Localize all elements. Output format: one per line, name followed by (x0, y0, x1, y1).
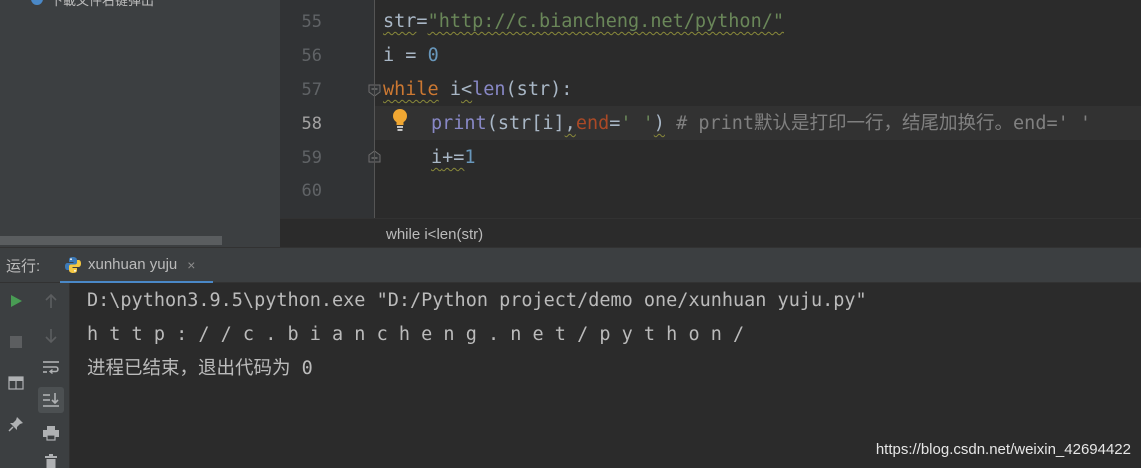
project-tree-panel: 下載文件右键弹出 (0, 0, 280, 247)
watermark: https://blog.csdn.net/weixin_42694422 (875, 441, 1131, 458)
comma: , (564, 113, 576, 134)
operator: = (609, 113, 621, 134)
run-toolbar-primary (0, 283, 32, 468)
line-number-active: 58 (301, 114, 322, 134)
operator: < (460, 79, 473, 100)
project-tree-item[interactable]: 下載文件右键弹出 (30, 0, 154, 9)
breadcrumb-bar: while i<len(str) (280, 218, 1141, 247)
python-icon (65, 256, 81, 273)
print-icon (43, 426, 59, 441)
identifier: str (383, 11, 417, 32)
run-icon (11, 295, 22, 307)
python-file-icon (31, 0, 43, 5)
string-literal: ' ' (620, 113, 654, 134)
lightbulb-icon[interactable] (390, 107, 410, 133)
comment: # print默认是打印一行，结尾加换行。end=' ' (664, 113, 1092, 134)
close-icon[interactable]: × (187, 257, 195, 273)
code-text: (str): (505, 79, 573, 100)
ide-window: 下載文件右键弹出 55 56 57 58 59 60 str="http://c… (0, 0, 1141, 468)
scroll-to-end-icon (43, 393, 59, 407)
rerun-button[interactable] (3, 288, 29, 314)
console-line-command: D:\python3.9.5\python.exe "D:/Python pro… (87, 290, 867, 311)
print-button[interactable] (38, 420, 64, 446)
previous-occurrence-button[interactable] (38, 288, 64, 314)
line-number: 56 (301, 46, 322, 66)
clear-all-button[interactable] (38, 449, 64, 468)
project-tree-item-label: 下載文件右键弹出 (50, 0, 155, 8)
console-line-exit: 进程已结束，退出代码为 0 (87, 358, 313, 379)
code-text: (str[i] (486, 113, 565, 134)
run-tool-window-header: 运行: xunhuan yuju × (0, 247, 1141, 284)
next-occurrence-button[interactable] (38, 323, 64, 349)
gutter-separator (374, 0, 375, 218)
line-number: 59 (301, 148, 322, 168)
run-tab-xunhuan-yuju[interactable]: xunhuan yuju × (60, 248, 213, 284)
soft-wrap-button[interactable] (38, 354, 64, 380)
line-number: 60 (301, 181, 322, 201)
code-editor[interactable]: 55 56 57 58 59 60 str="http://c.bianchen… (280, 0, 1141, 247)
paren: ) (653, 113, 665, 134)
operator: += (442, 147, 465, 168)
run-toolbar-secondary (32, 283, 70, 468)
line-number: 55 (301, 12, 322, 32)
up-arrow-icon (45, 293, 57, 308)
layout-icon (8, 376, 24, 390)
number-literal: 1 (464, 147, 476, 168)
layout-button[interactable] (3, 370, 29, 396)
pin-tab-button[interactable] (3, 411, 29, 437)
pin-icon (8, 417, 23, 432)
stop-icon (10, 336, 22, 348)
down-arrow-icon (45, 329, 57, 344)
run-label: 运行: (6, 258, 41, 275)
run-tab-label: xunhuan yuju (88, 256, 178, 273)
horizontal-scrollbar[interactable] (0, 236, 222, 245)
string-literal: "http://c.biancheng.net/python/" (427, 11, 784, 32)
identifier: i (449, 79, 461, 100)
keyword-argument: end (575, 113, 610, 134)
console-line-output: h t t p : / / c . b i a n c h e n g . n … (87, 324, 745, 345)
operator: = (416, 11, 428, 32)
code-line-57[interactable]: while i<len(str): (383, 73, 572, 107)
builtin-function: len (472, 79, 506, 100)
identifier: i (383, 45, 395, 66)
code-line-58[interactable]: print(str[i],end=' ') # print默认是打印一行，结尾加… (431, 107, 1091, 141)
stop-button[interactable] (3, 329, 29, 355)
code-line-59[interactable]: i+=1 (431, 141, 476, 175)
number-literal: 0 (427, 45, 439, 66)
code-line-56[interactable]: i = 0 (383, 39, 439, 73)
line-number: 57 (301, 80, 322, 100)
builtin-function: print (431, 113, 487, 134)
trash-icon (45, 454, 57, 468)
run-console-output[interactable]: D:\python3.9.5\python.exe "D:/Python pro… (70, 283, 1141, 468)
operator: = (394, 45, 428, 66)
scroll-to-end-button[interactable] (38, 387, 64, 413)
keyword: while (383, 79, 439, 100)
breadcrumb-item[interactable]: while i<len(str) (386, 219, 483, 247)
code-line-55[interactable]: str="http://c.biancheng.net/python/" (383, 5, 784, 39)
identifier: i (431, 147, 443, 168)
soft-wrap-icon (43, 361, 59, 375)
